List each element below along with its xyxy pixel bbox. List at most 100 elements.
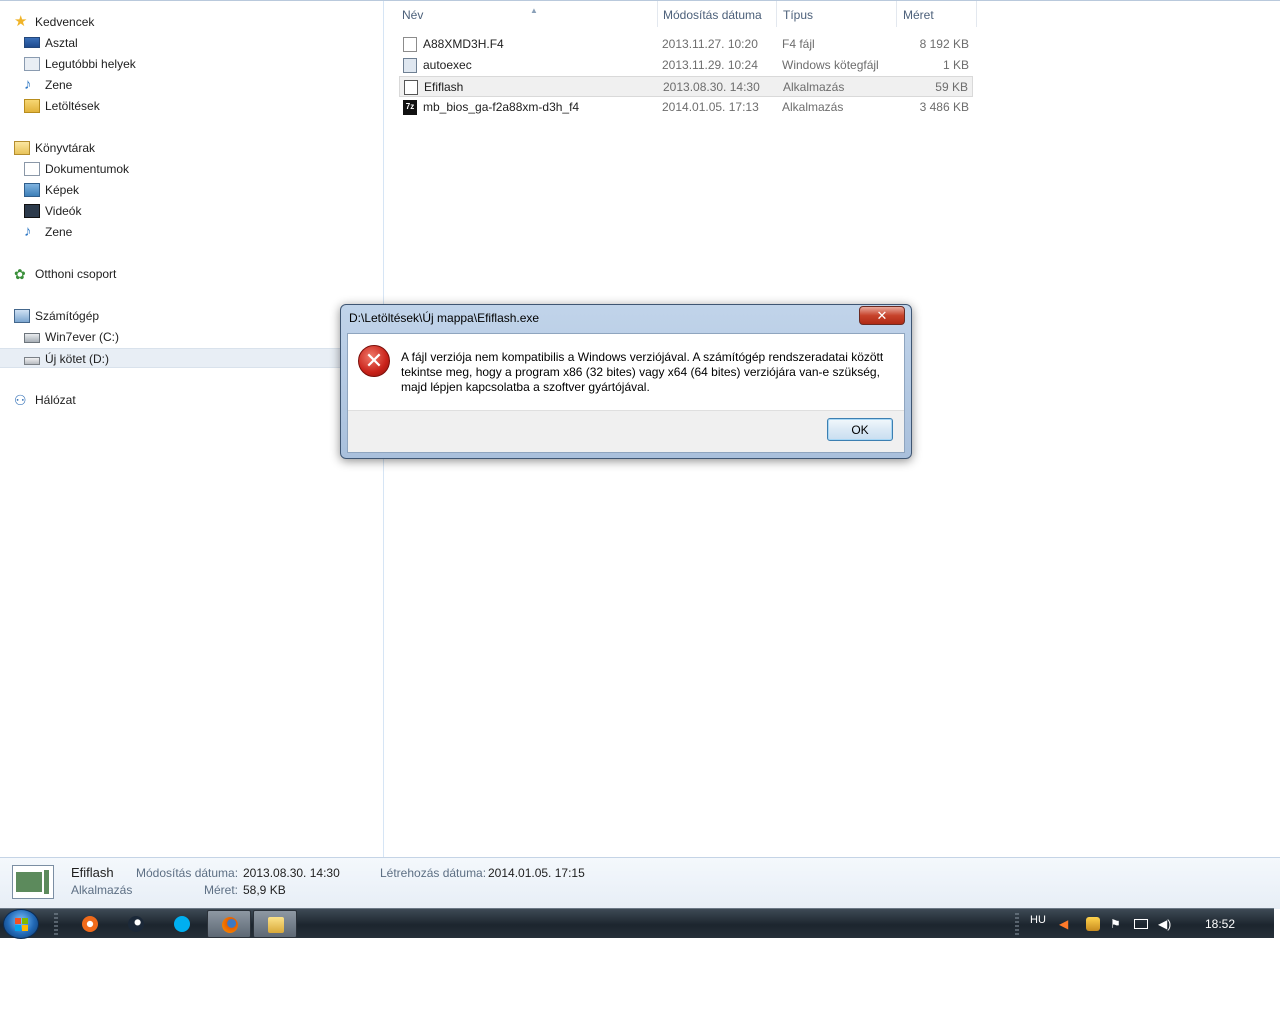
speaker-muted-icon[interactable]: ◀ [1059, 917, 1073, 931]
file-modified: 2013.11.27. 10:20 [662, 37, 758, 51]
nav-drive-d[interactable]: Új kötet (D:) [0, 348, 383, 368]
volume-icon[interactable]: ◀) [1158, 917, 1172, 931]
skype-icon [174, 916, 190, 932]
file-size: 8 192 KB [919, 37, 969, 51]
network-status-icon[interactable] [1134, 919, 1148, 929]
batch-file-icon [403, 58, 417, 73]
nav-label: Legutóbbi helyek [45, 57, 136, 71]
clock[interactable]: 18:52 [1205, 917, 1235, 931]
music-note-icon: ♪ [24, 223, 32, 240]
computer-icon [14, 309, 30, 323]
nav-label: Letöltések [45, 99, 100, 113]
file-name: Efiflash [424, 80, 464, 94]
ok-button[interactable]: OK [827, 418, 893, 441]
file-name: A88XMD3H.F4 [423, 37, 504, 51]
videos-icon [24, 204, 40, 218]
firefox-icon [222, 917, 238, 933]
sort-ascending-icon: ▲ [530, 6, 538, 15]
windows-logo-icon [15, 918, 28, 931]
libraries-icon [14, 141, 30, 155]
nav-label: Új kötet (D:) [45, 352, 110, 366]
column-type-label: Típus [783, 8, 814, 22]
details-modified-value: 2013.08.30. 14:30 [243, 866, 340, 880]
taskbar-grip[interactable] [54, 913, 58, 935]
details-pane: Efiflash Alkalmazás Módosítás dátuma: 20… [0, 857, 1280, 909]
nav-label: Számítógép [35, 309, 100, 323]
details-modified-label: Módosítás dátuma: [136, 866, 239, 880]
security-shield-icon[interactable] [1086, 917, 1100, 931]
steam-icon [128, 916, 144, 932]
column-name-label: Név [402, 8, 424, 22]
column-modified-label: Módosítás dátuma [663, 8, 762, 22]
details-file-name: Efiflash [71, 865, 114, 880]
network-icon: ⚇ [14, 392, 27, 408]
tray-grip[interactable] [1015, 913, 1019, 935]
nav-label: Kedvencek [35, 15, 95, 29]
column-header-size[interactable]: Méret [897, 1, 977, 27]
start-button[interactable] [3, 909, 39, 939]
downloads-folder-icon [24, 99, 40, 113]
taskbar-explorer[interactable] [253, 910, 297, 938]
error-dialog: D:\Letöltések\Új mappa\Efiflash.exe ✕ ✕ … [340, 304, 912, 459]
desktop-icon [24, 37, 40, 48]
file-row[interactable]: A88XMD3H.F4 2013.11.27. 10:20 F4 fájl 8 … [399, 34, 973, 55]
taskbar: HU ◀ ⚑ ◀) 18:52 [0, 908, 1274, 939]
file-type: F4 fájl [782, 37, 815, 51]
details-size-label: Méret: [204, 883, 239, 897]
column-header-type[interactable]: Típus [777, 1, 897, 27]
file-type: Alkalmazás [783, 80, 845, 94]
details-file-type: Alkalmazás [71, 883, 133, 897]
taskbar-origin[interactable] [68, 910, 112, 938]
navigation-pane: ★ Kedvencek Asztal Legutóbbi helyek ♪ Ze… [0, 1, 384, 857]
file-name: mb_bios_ga-f2a88xm-d3h_f4 [423, 100, 580, 114]
action-center-flag-icon[interactable]: ⚑ [1110, 917, 1124, 931]
origin-icon [82, 916, 98, 932]
star-icon: ★ [14, 13, 28, 30]
system-drive-icon [24, 333, 40, 343]
homegroup-icon: ✿ [14, 266, 26, 282]
file-modified: 2014.01.05. 17:13 [662, 100, 759, 114]
pictures-icon [24, 183, 40, 197]
close-button[interactable]: ✕ [859, 306, 905, 325]
nav-label: Zene [45, 78, 73, 92]
error-icon: ✕ [358, 345, 390, 377]
column-header-name[interactable]: Név ▲ [396, 1, 658, 27]
file-size: 59 KB [935, 80, 968, 94]
nav-label: Win7ever (C:) [45, 330, 120, 344]
documents-icon [24, 162, 40, 176]
file-size: 3 486 KB [919, 100, 969, 114]
details-size-value: 58,9 KB [243, 883, 286, 897]
application-icon [12, 865, 54, 899]
taskbar-skype[interactable] [160, 910, 204, 938]
7zip-icon: 7z [403, 100, 417, 115]
file-type: Alkalmazás [782, 100, 844, 114]
column-size-label: Méret [903, 8, 934, 22]
dialog-content: ✕ A fájl verziója nem kompatibilis a Win… [348, 334, 904, 411]
dialog-message: A fájl verziója nem kompatibilis a Windo… [401, 350, 884, 394]
file-modified: 2013.11.29. 10:24 [662, 58, 758, 72]
application-icon [404, 80, 418, 95]
language-indicator[interactable]: HU [1030, 914, 1046, 926]
nav-label: Videók [45, 204, 82, 218]
folder-icon [268, 917, 284, 933]
taskbar-steam[interactable] [114, 910, 158, 938]
file-size: 1 KB [942, 58, 969, 72]
details-created-value: 2014.01.05. 17:15 [488, 866, 585, 880]
nav-label: Hálózat [35, 393, 76, 407]
file-icon [403, 37, 417, 52]
music-note-icon: ♪ [24, 76, 32, 93]
details-created-label: Létrehozás dátuma: [380, 866, 487, 880]
column-header-modified[interactable]: Módosítás dátuma [657, 1, 777, 27]
nav-label: Képek [45, 183, 80, 197]
taskbar-firefox[interactable] [207, 910, 251, 938]
file-row[interactable]: autoexec 2013.11.29. 10:24 Windows köteg… [399, 55, 973, 76]
file-name: autoexec [423, 58, 472, 72]
file-modified: 2013.08.30. 14:30 [663, 80, 760, 94]
file-row-selected[interactable]: Efiflash 2013.08.30. 14:30 Alkalmazás 59… [399, 76, 973, 97]
nav-label: Otthoni csoport [35, 267, 117, 281]
close-icon: ✕ [876, 308, 888, 323]
nav-label: Dokumentumok [45, 162, 130, 176]
file-row[interactable]: 7z mb_bios_ga-f2a88xm-d3h_f4 2014.01.05.… [399, 97, 973, 118]
file-type: Windows kötegfájl [782, 58, 879, 72]
recent-places-icon [24, 57, 40, 71]
